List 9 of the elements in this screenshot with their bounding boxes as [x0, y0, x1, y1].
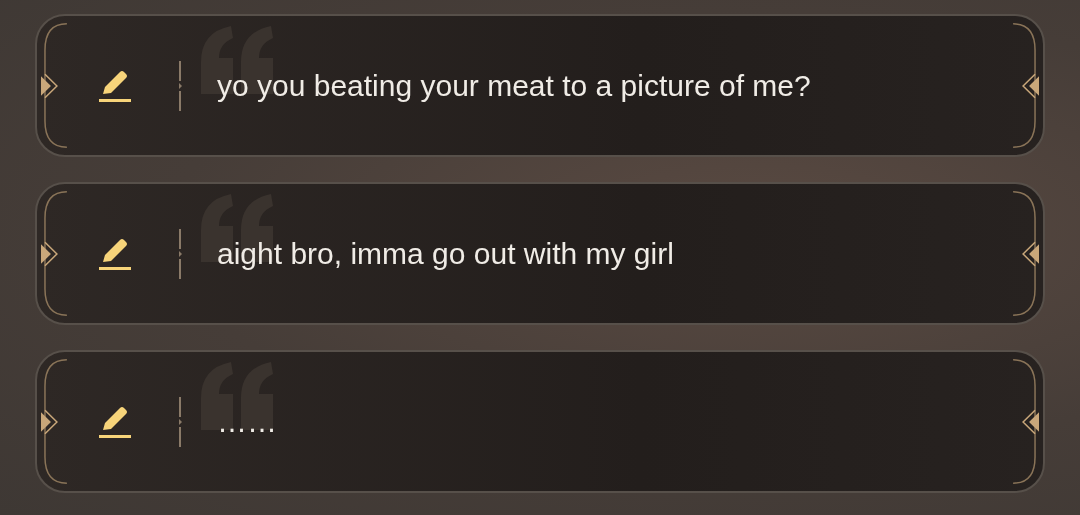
divider-ornament-icon [177, 396, 183, 447]
dialogue-option[interactable]: yo you beating your meat to a picture of me? [35, 14, 1045, 157]
dialogue-option[interactable]: …… [35, 350, 1045, 493]
option-text: aight bro, imma go out with my girl [217, 236, 674, 271]
dialogue-option[interactable]: aight bro, imma go out with my girl [35, 182, 1045, 325]
option-text: …… [217, 404, 277, 439]
divider-ornament-icon [177, 60, 183, 111]
option-text: yo you beating your meat to a picture of me? [217, 68, 811, 103]
divider-ornament-icon [177, 228, 183, 279]
